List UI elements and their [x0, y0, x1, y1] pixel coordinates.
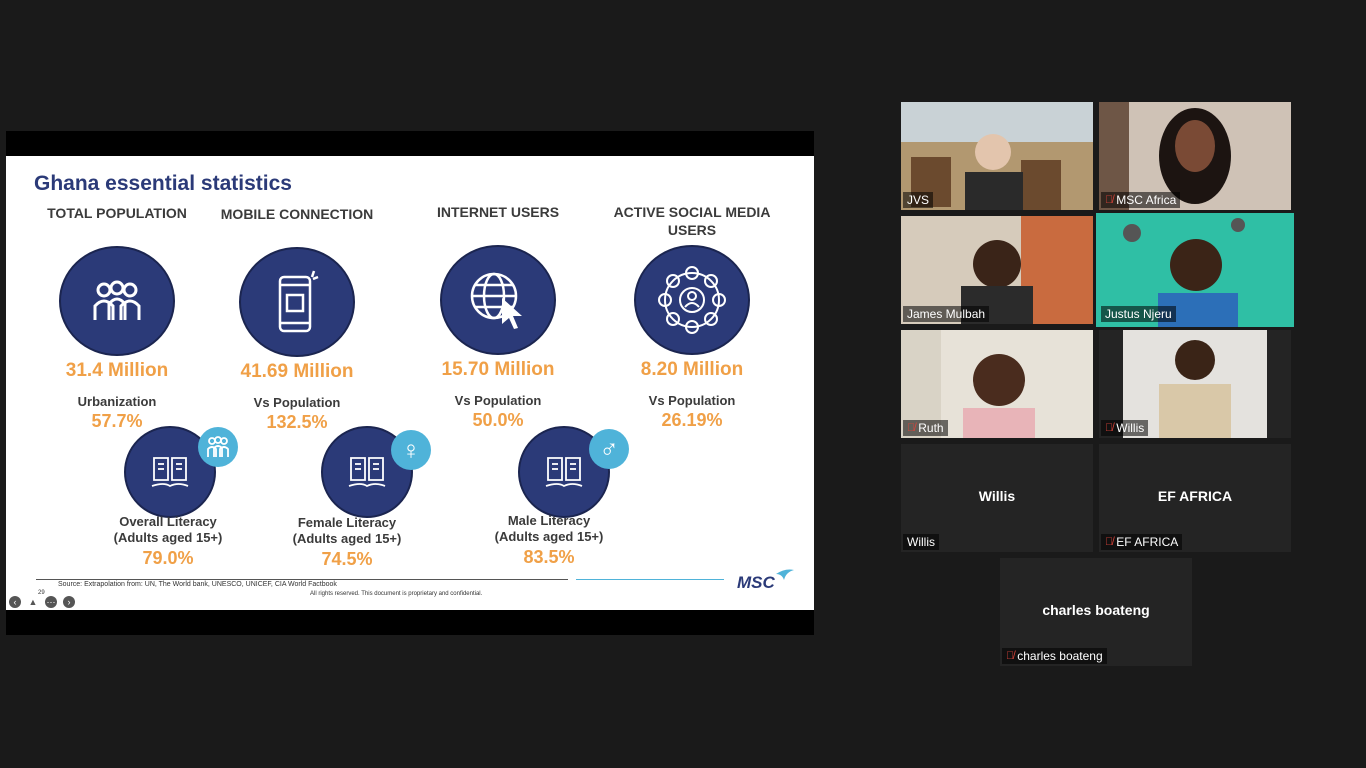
participant-name-label: Ruth: [918, 421, 944, 435]
participant-tile-active-speaker[interactable]: Justus Njeru: [1096, 213, 1294, 327]
participant-display-name: Willis: [978, 488, 1016, 504]
msc-logo-bird: [776, 569, 794, 580]
male-symbol-icon: ♂: [589, 429, 629, 469]
literacy-label: Overall Literacy: [119, 514, 217, 529]
people-icon: [59, 246, 175, 356]
participant-name: 🎙̸ MSC Africa: [1101, 192, 1181, 208]
participant-tile[interactable]: James Mulbah: [901, 216, 1093, 324]
participant-name-label: JVS: [907, 193, 930, 207]
stat-total-population: TOTAL POPULATION 31.4 Million Urbanizati…: [22, 204, 212, 432]
participant-tile[interactable]: EF AFRICA 🎙̸ EF AFRICA: [1099, 444, 1291, 552]
rights-note: All rights reserved. This document is pr…: [310, 591, 483, 597]
literacy-female-label: Female Literacy (Adults aged 15+): [267, 515, 427, 547]
slide-title: Ghana essential statistics: [34, 172, 292, 195]
mic-muted-icon: 🎙̸: [1006, 650, 1015, 662]
literacy-female-percent: 74.5%: [321, 549, 373, 569]
stat-sub-label: Vs Population: [648, 393, 736, 408]
participant-tile[interactable]: 🎙̸ Ruth: [901, 330, 1093, 438]
participant-tile[interactable]: 🎙̸ MSC Africa: [1099, 102, 1291, 210]
participant-display-name: EF AFRICA: [1157, 488, 1233, 504]
literacy-male-percent: 83.5%: [523, 547, 575, 567]
stat-internet-users: INTERNET USERS 15.70 Million Vs Populati…: [403, 203, 593, 431]
participant-name-label: Justus Njeru: [1105, 307, 1172, 321]
participant-name: 🎙̸ Willis: [1101, 420, 1149, 436]
participant-tile[interactable]: 🎙̸ Willis: [1099, 330, 1291, 438]
stat-label: ACTIVE SOCIAL MEDIA USERS: [613, 204, 771, 238]
shared-screen: Ghana essential statistics TOTAL POPULAT…: [6, 131, 814, 635]
literacy-label: Male Literacy: [507, 513, 591, 528]
source-note: Source: Extrapolation from: UN, The Worl…: [58, 581, 337, 588]
participant-name-label: charles boateng: [1017, 649, 1103, 663]
next-slide-button[interactable]: ›: [63, 596, 75, 608]
participant-name: James Mulbah: [903, 306, 990, 322]
stat-value: 41.69 Million: [240, 361, 354, 382]
participant-tile[interactable]: Willis Willis: [901, 444, 1093, 552]
mic-muted-icon: 🎙̸: [907, 422, 916, 434]
literacy-age: (Adults aged 15+): [113, 530, 223, 545]
more-options-button[interactable]: ⋯: [45, 596, 57, 608]
stat-value: 8.20 Million: [640, 359, 744, 380]
stat-value: 31.4 Million: [65, 360, 169, 381]
stat-mobile-connection: MOBILE CONNECTION 41.69 Million Vs Popul…: [202, 205, 392, 433]
stat-sub-label: Vs Population: [454, 393, 542, 408]
participant-name: Justus Njeru: [1101, 306, 1176, 322]
participant-name: Willis: [903, 534, 939, 550]
participant-name-label: EF AFRICA: [1116, 535, 1179, 549]
stat-percent: 26.19%: [661, 410, 723, 430]
stat-value: 15.70 Million: [441, 359, 555, 380]
participant-name: 🎙̸ EF AFRICA: [1101, 534, 1183, 550]
globe-cursor-icon: [440, 245, 556, 355]
participant-name: 🎙̸ charles boateng: [1002, 648, 1107, 664]
literacy-overall-label: Overall Literacy (Adults aged 15+): [88, 514, 248, 546]
participant-tile[interactable]: charles boateng 🎙̸ charles boateng: [1000, 558, 1192, 666]
footer-divider: [36, 579, 568, 580]
participant-name-label: James Mulbah: [907, 307, 986, 321]
literacy-overall-percent: 79.0%: [142, 548, 194, 568]
participant-name-label: Willis: [1116, 421, 1145, 435]
participant-name-label: MSC Africa: [1116, 193, 1177, 207]
participant-display-name: charles boateng: [1042, 602, 1150, 618]
stat-sub-label: Vs Population: [253, 395, 341, 410]
stat-social-media-users: ACTIVE SOCIAL MEDIA USERS 8.20 Million V…: [597, 203, 787, 431]
mic-muted-icon: 🎙̸: [1105, 194, 1114, 206]
stat-label: INTERNET USERS: [436, 204, 560, 220]
group-icon: [198, 427, 238, 467]
literacy-age: (Adults aged 15+): [292, 531, 402, 546]
presentation-slide: Ghana essential statistics TOTAL POPULAT…: [6, 156, 814, 610]
participant-name: 🎙̸ Ruth: [903, 420, 948, 436]
literacy-age: (Adults aged 15+): [494, 529, 604, 544]
mobile-phone-icon: [239, 247, 355, 357]
prev-slide-button[interactable]: ‹: [9, 596, 21, 608]
participant-name: JVS: [903, 192, 934, 208]
footer-divider-accent: [576, 579, 724, 580]
mic-muted-icon: 🎙̸: [1105, 536, 1114, 548]
stat-label: MOBILE CONNECTION: [220, 206, 374, 222]
participant-name-label: Willis: [907, 535, 935, 549]
msc-logo: MSC: [737, 573, 775, 592]
female-symbol-icon: ♀: [391, 430, 431, 470]
mic-muted-icon: 🎙̸: [1105, 422, 1114, 434]
literacy-label: Female Literacy: [297, 515, 397, 530]
social-network-icon: [634, 245, 750, 355]
pointer-tool-icon[interactable]: ▲: [27, 596, 39, 608]
stat-sub-label: Urbanization: [77, 394, 157, 409]
stat-label: TOTAL POPULATION: [47, 205, 187, 221]
participant-tile[interactable]: JVS: [901, 102, 1093, 210]
page-number: 29: [38, 590, 45, 596]
literacy-male-label: Male Literacy (Adults aged 15+): [469, 513, 629, 545]
